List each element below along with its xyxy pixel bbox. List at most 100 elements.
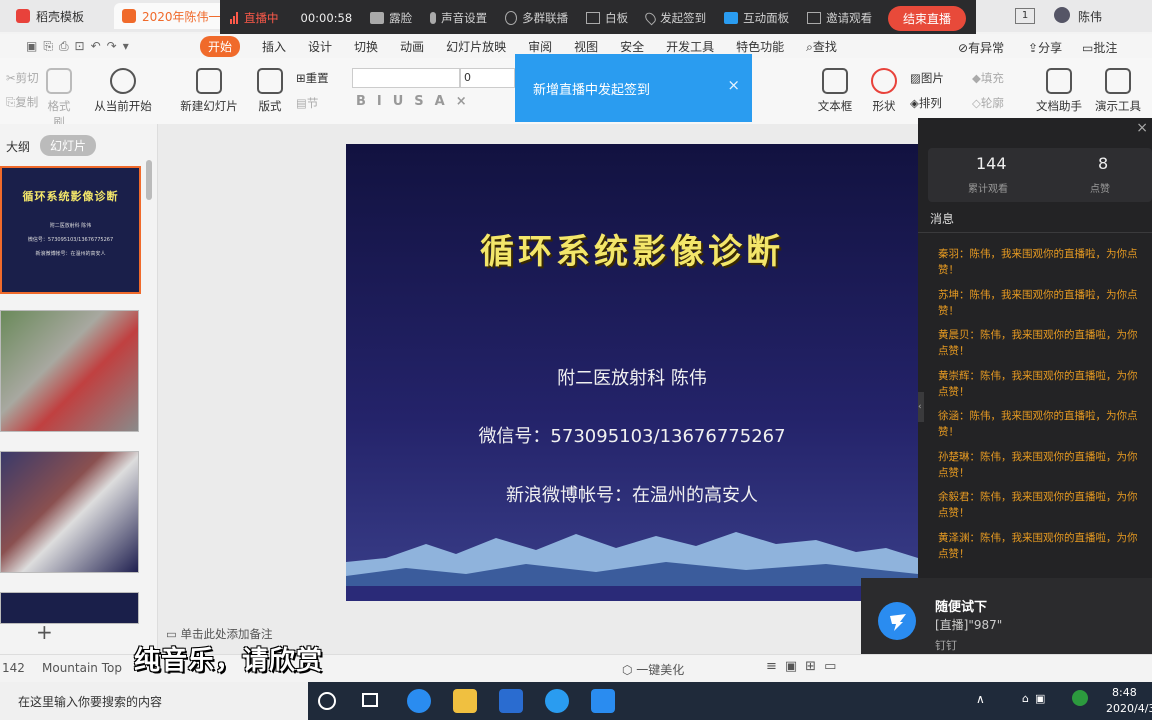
multi-group-broadcast[interactable]: 多群联播 bbox=[505, 10, 568, 26]
slide-thumbnail-1[interactable]: 循环系统影像诊断 附二医放射科 陈伟 微信号：573095103/1367677… bbox=[0, 166, 141, 294]
menu-insert[interactable]: 插入 bbox=[262, 38, 286, 55]
layout-button[interactable]: 版式 bbox=[254, 68, 286, 114]
textbox-button[interactable]: 文本框 bbox=[816, 68, 854, 114]
file-explorer-icon[interactable] bbox=[453, 689, 477, 713]
location-pin-icon bbox=[643, 10, 659, 26]
app-k-icon[interactable] bbox=[545, 689, 569, 713]
fill-button[interactable]: ◆填充 bbox=[972, 70, 1004, 86]
system-tray-icons[interactable]: ⌂▣ bbox=[1022, 692, 1072, 708]
close-icon[interactable]: × bbox=[1136, 120, 1148, 136]
avatar[interactable] bbox=[1054, 7, 1070, 23]
doc-helper-button[interactable]: 文档助手 bbox=[1036, 68, 1082, 114]
copy-button[interactable]: ⎘复制 bbox=[6, 94, 38, 110]
slide-thumbnail-2[interactable] bbox=[0, 310, 139, 432]
arrange-button[interactable]: ◈排列 bbox=[910, 95, 942, 111]
cortana-icon[interactable] bbox=[318, 692, 336, 710]
whiteboard-icon bbox=[586, 12, 601, 24]
chat-message-line: 点赞！ bbox=[938, 466, 970, 479]
menu-view[interactable]: 视图 bbox=[574, 38, 598, 55]
slide-thumbnail-panel: 大纲 幻灯片 循环系统影像诊断 附二医放射科 陈伟 微信号：573095103/… bbox=[0, 124, 158, 654]
current-slide[interactable]: 循环系统影像诊断 附二医放射科 陈伟 微信号：573095103/1367677… bbox=[346, 144, 918, 601]
format-painter-button[interactable]: 格式刷 bbox=[42, 68, 76, 130]
close-icon[interactable]: × bbox=[727, 76, 740, 94]
theme-name: Mountain Top bbox=[42, 661, 122, 675]
tab-presentation[interactable]: 2020年陈伟一 bbox=[114, 3, 230, 29]
warning-icon: ⊘ bbox=[958, 41, 969, 55]
outline-button[interactable]: ◇轮廓 bbox=[972, 95, 1004, 111]
image-icon: ▨ bbox=[910, 71, 921, 85]
menu-design[interactable]: 设计 bbox=[308, 38, 332, 55]
menu-features[interactable]: 特色功能 bbox=[736, 38, 784, 55]
task-view-icon[interactable] bbox=[362, 693, 378, 707]
font-size-select[interactable]: 0 bbox=[460, 68, 515, 88]
whiteboard[interactable]: 白板 bbox=[586, 10, 628, 26]
interactive-panel[interactable]: 互动面板 bbox=[724, 10, 789, 26]
tray-expand-icon[interactable]: ∧ bbox=[976, 692, 985, 706]
thumbnail-title: 循环系统影像诊断 bbox=[22, 190, 119, 203]
add-slide-button[interactable]: + bbox=[36, 620, 53, 644]
search-menu[interactable]: ⌕查找 bbox=[806, 38, 837, 55]
wps-writer-icon[interactable] bbox=[499, 689, 523, 713]
chat-message-line: 黄泽渊：陈伟，我来围观你的直播啦，为你 bbox=[938, 531, 1138, 544]
new-slide-button[interactable]: 新建幻灯片 bbox=[176, 68, 242, 114]
tab-slides[interactable]: 幻灯片 bbox=[40, 135, 97, 156]
scrollbar[interactable] bbox=[146, 160, 152, 200]
shape-button[interactable]: 形状 bbox=[868, 68, 900, 114]
menu-developer[interactable]: 开发工具 bbox=[666, 38, 714, 55]
tab-outline[interactable]: 大纲 bbox=[6, 138, 30, 155]
chat-message: 黄崇辉：陈伟，我来围观你的直播啦，为你 点赞！ bbox=[938, 368, 1152, 400]
invite-viewers[interactable]: 邀请观看 bbox=[807, 10, 872, 26]
live-stream-toolbar: 直播中 00:00:58 露脸 声音设置 多群联播 白板 发起签到 互动面板 邀… bbox=[220, 0, 976, 36]
window-count-badge[interactable]: 1 bbox=[1015, 8, 1035, 24]
cut-button[interactable]: ✂剪切 bbox=[6, 70, 39, 86]
report-issue-button[interactable]: ⊘有异常 bbox=[958, 39, 1004, 56]
menu-review[interactable]: 审阅 bbox=[528, 38, 552, 55]
slide-thumbnail-3[interactable] bbox=[0, 451, 139, 573]
chat-message-line: 黄晨贝：陈伟，我来围观你的直播啦，为你 bbox=[938, 329, 1138, 341]
live-stats-card: 144 累计观看 8 点赞 bbox=[928, 148, 1152, 202]
slide-thumbnail-4[interactable] bbox=[0, 592, 139, 624]
notification-body: [直播]"987" bbox=[935, 618, 1003, 632]
outline-icon: ◇ bbox=[972, 96, 981, 110]
menu-animation[interactable]: 动画 bbox=[400, 38, 424, 55]
viewer-count: 144 bbox=[976, 154, 1007, 173]
calendar-app-icon[interactable] bbox=[591, 689, 615, 713]
play-icon bbox=[110, 68, 136, 94]
start-checkin[interactable]: 发起签到 bbox=[643, 10, 706, 26]
quick-access-icons[interactable]: ▣⎘⎙⊡↶↷▾ bbox=[26, 39, 135, 54]
signal-bars-icon bbox=[230, 12, 238, 24]
menu-transition[interactable]: 切换 bbox=[354, 38, 378, 55]
section-icon: ▤ bbox=[296, 96, 307, 110]
tab-docer-templates[interactable]: 稻壳模板 bbox=[8, 3, 122, 29]
text-format-buttons[interactable]: BIUSA× bbox=[356, 94, 478, 109]
dingtalk-taskbar-icon[interactable] bbox=[407, 689, 431, 713]
end-live-button[interactable]: 结束直播 bbox=[888, 6, 966, 31]
collapse-panel-handle[interactable]: ‹ bbox=[918, 392, 924, 422]
menu-security[interactable]: 安全 bbox=[620, 38, 644, 55]
audio-settings[interactable]: 声音设置 bbox=[430, 10, 487, 26]
view-mode-buttons[interactable]: ≡▣⊞▭ bbox=[766, 659, 844, 674]
user-name[interactable]: 陈伟 bbox=[1078, 8, 1102, 25]
security-app-icon[interactable] bbox=[1072, 690, 1088, 706]
picture-button[interactable]: ▨图片 bbox=[910, 70, 944, 86]
chat-message-line: 赞！ bbox=[938, 264, 959, 276]
slide-number: 142 bbox=[2, 661, 25, 675]
menu-slideshow[interactable]: 幻灯片放映 bbox=[446, 38, 506, 55]
layers-icon: ◈ bbox=[910, 96, 919, 110]
annotate-button[interactable]: ▭批注 bbox=[1082, 39, 1117, 56]
menu-start[interactable]: 开始 bbox=[200, 35, 241, 57]
taskbar-search-box[interactable]: 在这里输入你要搜索的内容 bbox=[0, 682, 308, 720]
camera-toggle[interactable]: 露脸 bbox=[370, 10, 412, 26]
chat-message: 苏坤：陈伟，我来围观你的直播啦，为你点 赞！ bbox=[938, 287, 1152, 319]
section-button[interactable]: ▤节 bbox=[296, 95, 318, 111]
chat-message-line: 点赞！ bbox=[938, 547, 970, 560]
font-family-select[interactable] bbox=[352, 68, 460, 88]
chat-message-line: 徐涵：陈伟，我来围观你的直播啦，为你点 bbox=[938, 410, 1138, 422]
beautify-button[interactable]: ⬡ 一键美化 bbox=[622, 661, 684, 678]
from-current-button[interactable]: 从当前开始 bbox=[92, 68, 154, 114]
chat-message-line: 赞！ bbox=[938, 304, 959, 317]
reset-button[interactable]: ⊞重置 bbox=[296, 70, 329, 86]
presentation-tool-button[interactable]: 演示工具 bbox=[1090, 68, 1146, 114]
share-button[interactable]: ⇪分享 bbox=[1028, 39, 1062, 56]
chat-message-line: 孙楚琳：陈伟，我来围观你的直播啦，为你 bbox=[938, 450, 1138, 463]
